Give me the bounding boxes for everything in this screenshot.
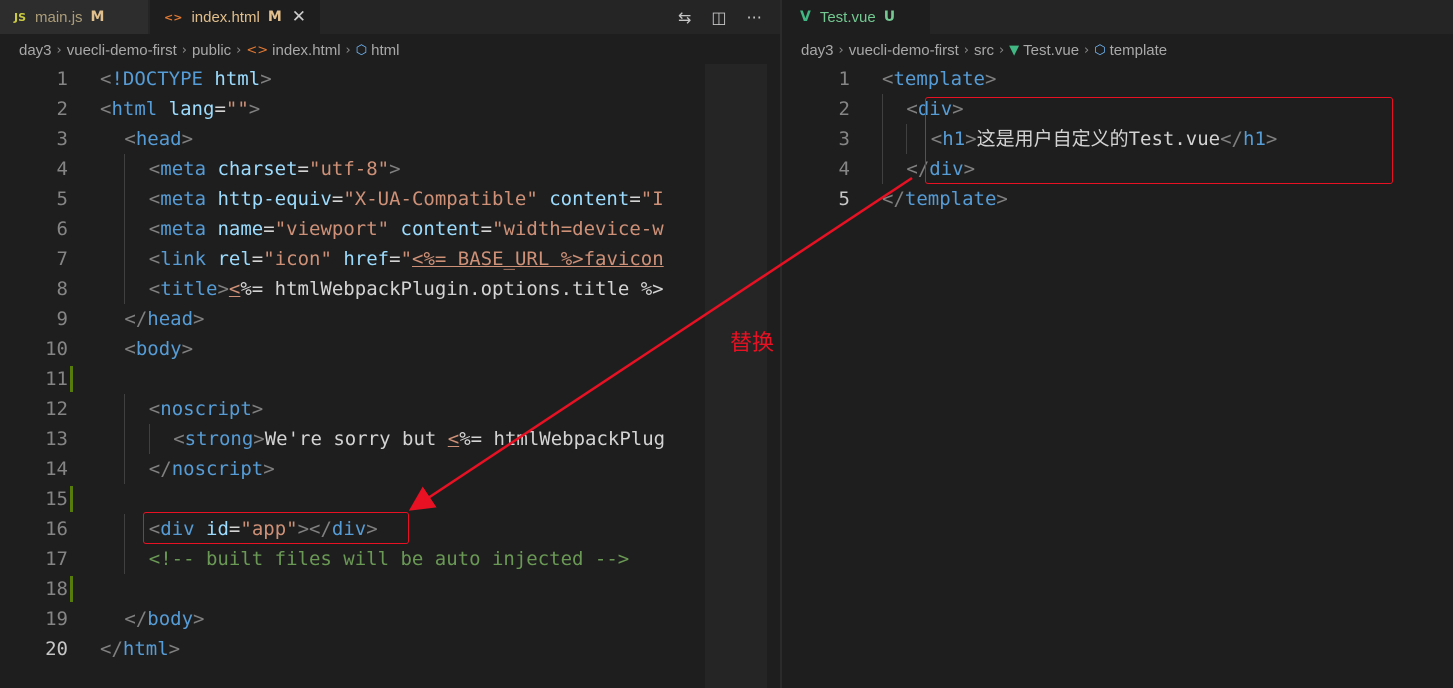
replace-arrow bbox=[408, 176, 913, 511]
annotation-arrow-layer bbox=[408, 176, 913, 511]
